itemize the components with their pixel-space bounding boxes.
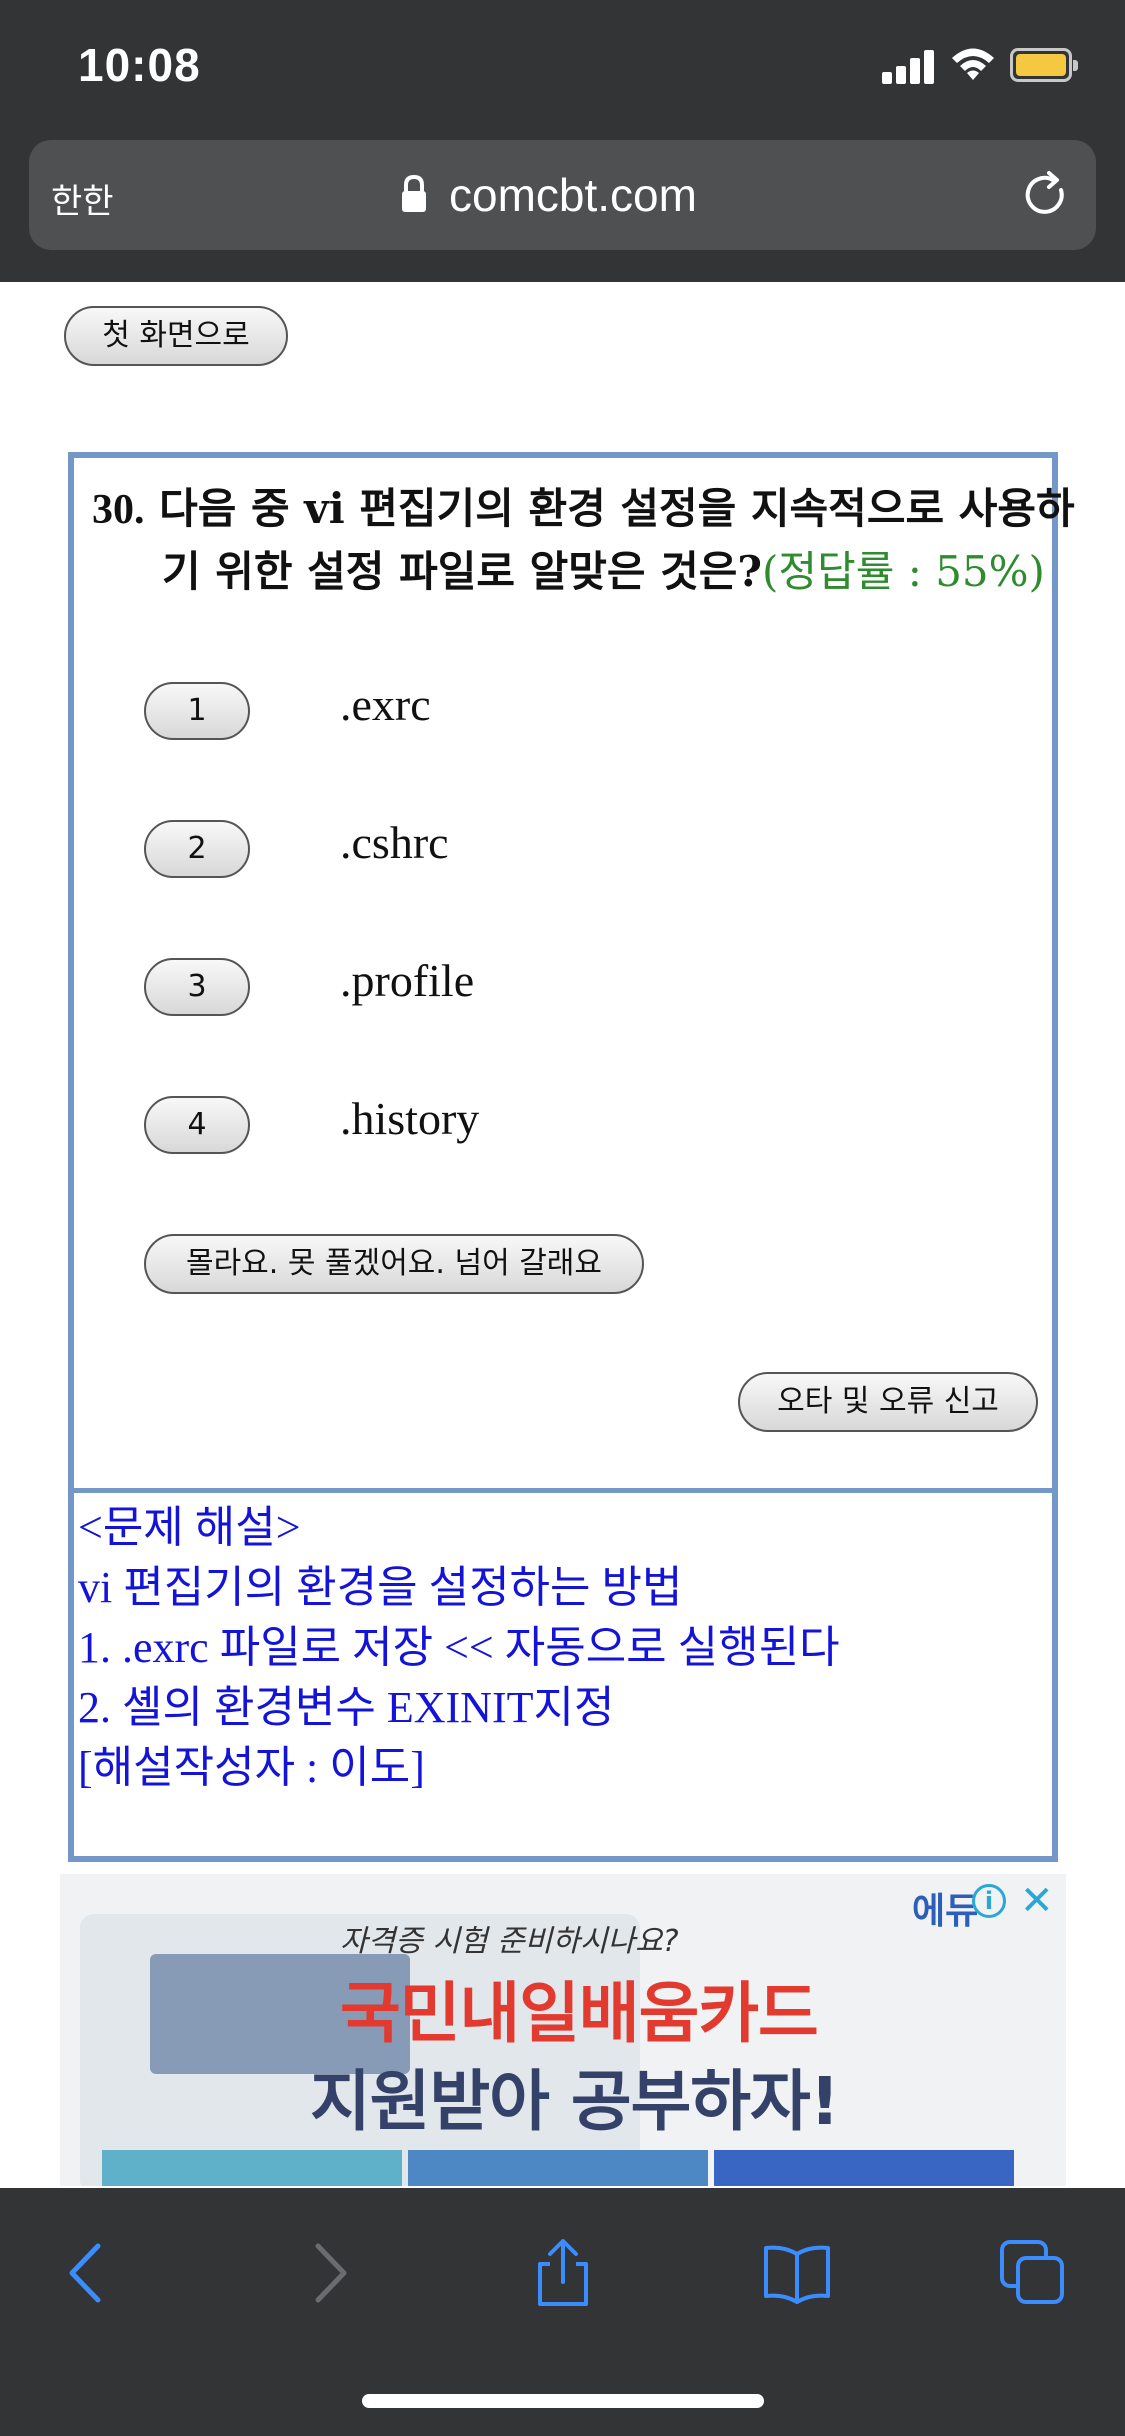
ad-subtitle: 자격증 시험 준비하시나요? (340, 1924, 679, 1959)
ad-info-icon[interactable]: i (972, 1884, 1006, 1918)
explanation-line: vi 편집기의 환경을 설정하는 방법 (78, 1563, 683, 1612)
browser-address-area: 한한 comcbt.com (0, 140, 1125, 282)
explanation-heading: <문제 해설> (78, 1503, 301, 1552)
choice-4-button[interactable]: 4 (144, 1096, 250, 1154)
question-box: 30. 다음 중 vi 편집기의 환경 설정을 지속적으로 사용하기 위한 설정… (68, 452, 1075, 1862)
choice-1-button[interactable]: 1 (144, 682, 250, 740)
explanation-line: 1. .exrc 파일로 저장 << 자동으로 실행된다 (78, 1623, 840, 1672)
cellular-signal-icon (882, 48, 936, 84)
battery-icon (1010, 48, 1078, 82)
skip-question-button[interactable]: 몰라요. 못 풀겠어요. 넘어 갈래요 (144, 1234, 644, 1294)
question-number: 30. (92, 487, 145, 533)
status-bar: 10:08 (0, 0, 1125, 140)
status-time: 10:08 (78, 39, 201, 91)
explanation: <문제 해설> vi 편집기의 환경을 설정하는 방법 1. .exrc 파일로… (78, 1498, 1038, 1798)
choice-2-button[interactable]: 2 (144, 820, 250, 878)
reload-icon[interactable] (1019, 168, 1073, 222)
lock-icon (402, 174, 426, 212)
reader-text-size-button[interactable]: 한한 (51, 174, 114, 223)
question-title: 30. 다음 중 vi 편집기의 환경 설정을 지속적으로 사용하기 위한 설정… (92, 478, 1112, 603)
choice-4-text: .history (340, 1093, 480, 1144)
wifi-icon (952, 48, 994, 80)
explanation-author: [해설작성자 : 이도] (78, 1743, 425, 1792)
choice-1-text: .exrc (340, 679, 431, 730)
report-error-button[interactable]: 오타 및 오류 신고 (738, 1372, 1038, 1432)
correct-rate: (정답률 : 55%) (762, 547, 1045, 596)
address-bar[interactable]: 한한 comcbt.com (29, 140, 1096, 250)
choice-3-text: .profile (340, 955, 475, 1006)
ad-close-icon[interactable]: ✕ (1020, 1878, 1054, 1924)
section-divider (74, 1488, 1052, 1493)
bookmarks-icon[interactable] (762, 2238, 832, 2308)
url-text[interactable]: comcbt.com (449, 168, 697, 222)
home-button[interactable]: 첫 화면으로 (64, 306, 288, 366)
home-indicator[interactable] (362, 2394, 764, 2408)
choice-3-button[interactable]: 3 (144, 958, 250, 1016)
tabs-icon[interactable] (998, 2238, 1068, 2308)
choice-2-text: .cshrc (340, 817, 449, 868)
forward-icon[interactable] (292, 2238, 362, 2308)
ad-banner[interactable]: 자격증 시험 준비하시나요? 국민내일배움카드 지원받아 공부하자! 에듀 i … (60, 1874, 1066, 2186)
share-icon[interactable] (528, 2238, 598, 2308)
ad-logo: 에듀 (912, 1891, 979, 1932)
ad-title-red: 국민내일배움카드 (340, 1975, 819, 2052)
ad-bottom-tiles (102, 2150, 1018, 2186)
explanation-line: 2. 셸의 환경변수 EXINIT지정 (78, 1683, 615, 1732)
ad-title-dark: 지원받아 공부하자! (310, 2063, 840, 2140)
back-icon[interactable] (54, 2238, 124, 2308)
